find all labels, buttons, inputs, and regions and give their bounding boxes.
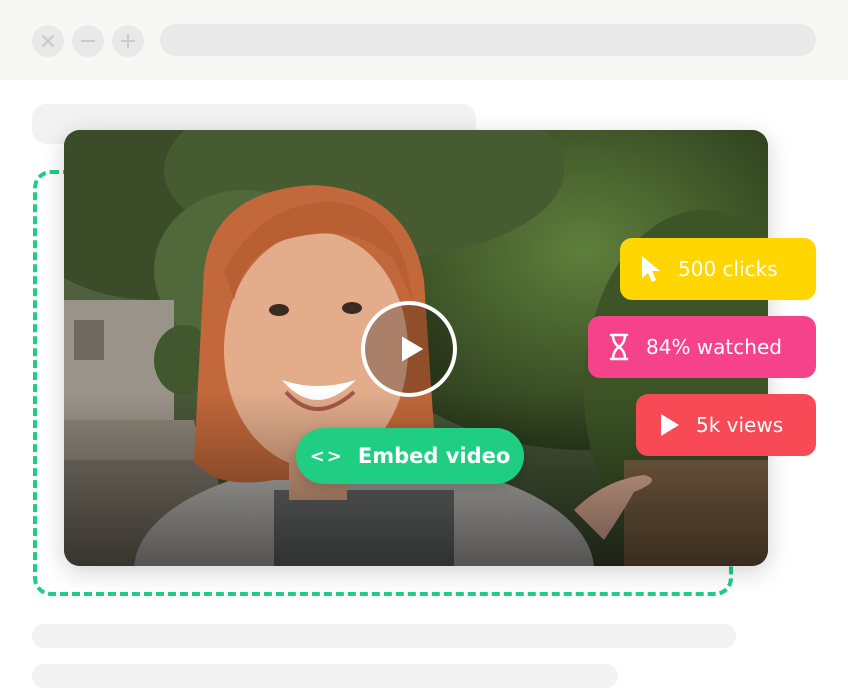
minimize-window-button[interactable]	[72, 25, 104, 57]
embed-video-button[interactable]: <> Embed video	[296, 428, 524, 484]
cursor-icon	[642, 256, 660, 282]
text-placeholder-line	[32, 664, 618, 688]
close-icon	[42, 35, 54, 47]
browser-toolbar	[0, 0, 848, 80]
clicks-stat-label: 500 clicks	[678, 257, 778, 281]
views-stat-label: 5k views	[696, 413, 784, 437]
play-icon	[661, 414, 679, 436]
play-button[interactable]	[361, 301, 457, 397]
address-bar[interactable]	[160, 24, 816, 56]
embed-video-label: Embed video	[357, 444, 511, 468]
views-stat-badge: 5k views	[636, 394, 816, 456]
watched-stat-badge: 84% watched	[588, 316, 816, 378]
close-window-button[interactable]	[32, 25, 64, 57]
code-icon: <>	[309, 445, 344, 467]
minimize-icon	[81, 40, 95, 42]
hourglass-icon	[609, 333, 629, 361]
watched-stat-label: 84% watched	[646, 335, 782, 359]
clicks-stat-badge: 500 clicks	[620, 238, 816, 300]
maximize-icon	[121, 34, 135, 48]
maximize-window-button[interactable]	[112, 25, 144, 57]
text-placeholder-line	[32, 624, 736, 648]
play-icon	[402, 336, 424, 362]
